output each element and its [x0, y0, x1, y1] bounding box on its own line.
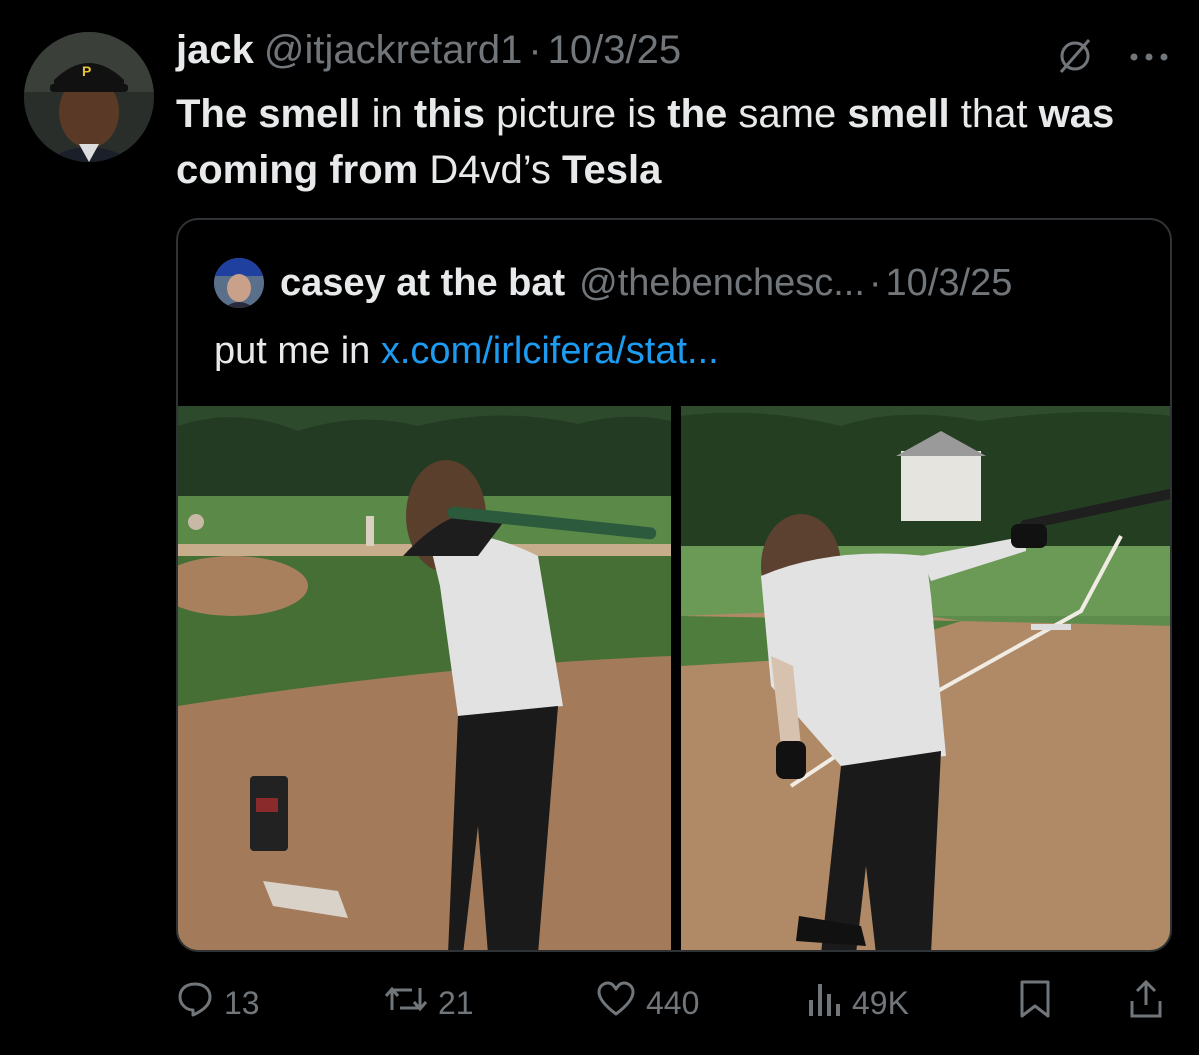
share-icon	[1128, 979, 1164, 1027]
tweet-text-segment: D4vd’s	[418, 148, 563, 192]
views-count: 49K	[852, 984, 909, 1021]
views-button[interactable]: 49K	[806, 980, 909, 1026]
tweet-header: jack @itjackretard1 · 10/3/25	[176, 28, 681, 80]
quoted-author-name[interactable]: casey at the bat	[280, 262, 565, 305]
views-icon	[806, 980, 842, 1026]
author-handle[interactable]: @itjackretard1	[264, 28, 522, 73]
repost-icon	[384, 980, 428, 1026]
share-button[interactable]	[1128, 979, 1164, 1027]
tweet-actions: 13 21 440 49K	[176, 978, 1166, 1028]
header-actions	[1055, 36, 1169, 81]
author-name[interactable]: jack	[176, 28, 254, 73]
repost-count: 21	[438, 984, 474, 1021]
quoted-author-avatar[interactable]	[214, 258, 264, 308]
tweet-text-segment: same	[727, 92, 848, 136]
tweet-text: The smell in this picture is the same sm…	[176, 86, 1166, 198]
tweet-date[interactable]: 10/3/25	[548, 28, 681, 73]
like-button[interactable]: 440	[596, 980, 699, 1026]
quoted-date[interactable]: 10/3/25	[886, 262, 1013, 305]
quoted-media	[178, 406, 1170, 950]
grok-icon[interactable]	[1055, 36, 1095, 81]
quoted-tweet[interactable]: casey at the bat @thebenchesc... · 10/3/…	[176, 218, 1172, 952]
quoted-separator-dot: ·	[868, 261, 882, 304]
bookmark-icon	[1018, 979, 1052, 1027]
quoted-author-handle[interactable]: @thebenchesc...	[579, 262, 865, 305]
tweet-text-segment: this	[413, 92, 485, 136]
like-count: 440	[646, 984, 700, 1021]
quoted-link[interactable]: x.com/irlcifera/stat...	[381, 330, 719, 372]
repost-button[interactable]: 21	[384, 980, 474, 1026]
separator-dot: ·	[528, 28, 542, 72]
like-icon	[596, 980, 636, 1026]
reply-button[interactable]: 13	[176, 980, 260, 1026]
tweet-text-segment: in	[360, 92, 414, 136]
quoted-tweet-text: put me in x.com/irlcifera/stat...	[214, 330, 719, 373]
more-icon[interactable]	[1129, 50, 1169, 68]
svg-text:P: P	[82, 63, 91, 79]
author-avatar[interactable]: P	[24, 32, 154, 162]
media-photo-right[interactable]	[681, 406, 1170, 950]
tweet-text-segment: picture is	[485, 92, 668, 136]
media-photo-left[interactable]	[178, 406, 671, 950]
tweet-text-segment: smell	[847, 92, 950, 136]
tweet-text-segment: Tesla	[562, 148, 662, 192]
quoted-text: put me in	[214, 330, 381, 372]
quoted-tweet-header: casey at the bat @thebenchesc... · 10/3/…	[214, 258, 1012, 308]
tweet-text-segment: the	[667, 92, 728, 136]
reply-icon	[176, 980, 214, 1026]
tweet-text-segment: The smell	[176, 92, 361, 136]
tweet-text-segment: that	[949, 92, 1039, 136]
bookmark-button[interactable]	[1018, 979, 1052, 1027]
reply-count: 13	[224, 984, 260, 1021]
